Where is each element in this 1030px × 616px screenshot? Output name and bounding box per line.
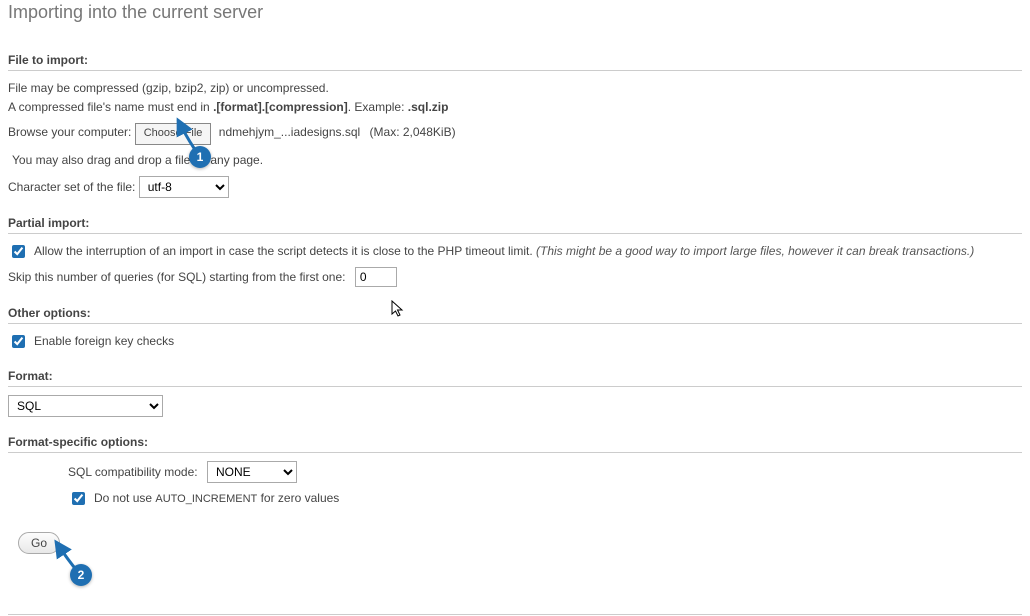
section-format-specific: Format-specific options: bbox=[8, 435, 1022, 453]
note-line2d: .sql.zip bbox=[408, 100, 449, 114]
step-marker-1: 1 bbox=[189, 146, 211, 168]
browse-label: Browse your computer: bbox=[8, 125, 131, 139]
go-button[interactable]: Go bbox=[18, 532, 60, 554]
max-upload-size: (Max: 2,048KiB) bbox=[370, 125, 456, 139]
section-file-to-import: File to import: bbox=[8, 53, 1022, 71]
section-partial-import: Partial import: bbox=[8, 216, 1022, 234]
note-line1: File may be compressed (gzip, bzip2, zip… bbox=[8, 81, 329, 95]
foreign-key-checkbox[interactable] bbox=[12, 335, 25, 348]
section-format: Format: bbox=[8, 369, 1022, 387]
page-title: Importing into the current server bbox=[8, 2, 1022, 23]
compression-note: File may be compressed (gzip, bzip2, zip… bbox=[8, 79, 1022, 117]
allow-interrupt-hint: (This might be a good way to import larg… bbox=[536, 244, 974, 258]
note-line2a: A compressed file's name must end in bbox=[8, 100, 213, 114]
step-marker-2: 2 bbox=[70, 564, 92, 586]
note-line2c: . Example: bbox=[348, 100, 408, 114]
skip-queries-input[interactable] bbox=[355, 267, 397, 287]
format-select[interactable]: SQL bbox=[8, 395, 163, 417]
section-other-options: Other options: bbox=[8, 306, 1022, 324]
auto-increment-checkbox[interactable] bbox=[72, 492, 85, 505]
skip-queries-label: Skip this number of queries (for SQL) st… bbox=[8, 270, 345, 284]
charset-label: Character set of the file: bbox=[8, 180, 135, 194]
sql-compat-select[interactable]: NONE bbox=[207, 461, 297, 483]
foreign-key-label: Enable foreign key checks bbox=[34, 332, 174, 351]
note-line2b: .[format].[compression] bbox=[213, 100, 348, 114]
footer-separator bbox=[8, 614, 1022, 615]
chosen-file-name: ndmehjym_...iadesigns.sql bbox=[219, 125, 360, 139]
drag-drop-note: You may also drag and drop a file on any… bbox=[12, 151, 1022, 170]
auto-increment-label: Do not use AUTO_INCREMENT for zero value… bbox=[94, 489, 339, 509]
allow-interrupt-checkbox[interactable] bbox=[12, 245, 25, 258]
allow-interrupt-label: Allow the interruption of an import in c… bbox=[34, 244, 536, 258]
choose-file-button[interactable]: Choose File bbox=[135, 123, 212, 145]
charset-select[interactable]: utf-8 bbox=[139, 176, 229, 198]
sql-compat-label: SQL compatibility mode: bbox=[68, 465, 198, 479]
